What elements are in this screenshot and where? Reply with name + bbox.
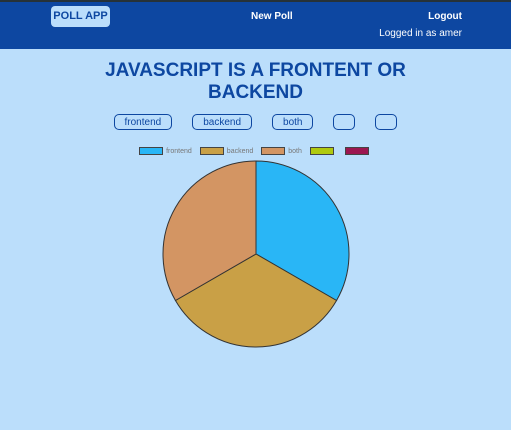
pie-chart [162,160,350,348]
